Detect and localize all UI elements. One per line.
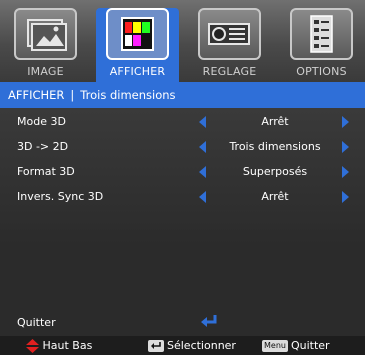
display-icon	[106, 8, 169, 60]
tab-afficher-label: AFFICHER	[109, 65, 166, 78]
title-section: AFFICHER	[8, 88, 65, 102]
footer-help-bar: Haut Bas Sélectionner Menu Quitter	[0, 336, 365, 355]
tab-image[interactable]: IMAGE	[4, 8, 87, 82]
projector-icon	[198, 8, 261, 60]
image-icon	[14, 8, 77, 60]
title-page: Trois dimensions	[80, 88, 176, 102]
menu-key-icon: Menu	[262, 340, 288, 352]
tab-image-label: IMAGE	[27, 65, 64, 78]
options-icon	[290, 8, 353, 60]
setting-value: Arrêt	[261, 190, 289, 203]
footer-quit: Menu Quitter	[262, 336, 330, 355]
up-down-arrow-icon	[26, 339, 39, 353]
arrow-left-icon[interactable]	[199, 191, 206, 203]
tab-options[interactable]: OPTIONS	[280, 8, 363, 82]
page-title-bar: AFFICHER | Trois dimensions	[0, 82, 365, 108]
tab-bar: IMAGE AFFICHER REGLAGE OPTIONS	[0, 0, 365, 82]
footer-select-label: Sélectionner	[167, 339, 236, 352]
arrow-left-icon[interactable]	[199, 116, 206, 128]
arrow-left-icon[interactable]	[199, 141, 206, 153]
tab-afficher[interactable]: AFFICHER	[96, 8, 179, 82]
title-separator: |	[70, 88, 75, 102]
arrow-right-icon[interactable]	[342, 141, 349, 153]
arrow-right-icon[interactable]	[342, 116, 349, 128]
enter-icon[interactable]	[200, 313, 218, 332]
setting-value: Trois dimensions	[229, 140, 321, 153]
footer-nav: Haut Bas	[26, 336, 92, 355]
setting-row-3d-to-2d[interactable]: 3D -> 2D Trois dimensions	[0, 136, 365, 158]
setting-label: Invers. Sync 3D	[17, 190, 104, 203]
arrow-right-icon[interactable]	[342, 191, 349, 203]
setting-value: Superposés	[242, 165, 308, 178]
quit-item[interactable]: Quitter	[17, 316, 56, 329]
setting-row-format-3d[interactable]: Format 3D Superposés	[0, 161, 365, 183]
setting-label: 3D -> 2D	[17, 140, 69, 153]
arrow-right-icon[interactable]	[342, 166, 349, 178]
setting-value: Arrêt	[261, 115, 289, 128]
setting-row-invers-sync-3d[interactable]: Invers. Sync 3D Arrêt	[0, 186, 365, 208]
tab-options-label: OPTIONS	[296, 65, 347, 78]
setting-label: Format 3D	[17, 165, 75, 178]
tab-reglage[interactable]: REGLAGE	[188, 8, 271, 82]
setting-row-mode-3d[interactable]: Mode 3D Arrêt	[0, 111, 365, 133]
footer-quit-label: Quitter	[290, 339, 330, 352]
enter-key-icon	[148, 340, 164, 352]
footer-select: Sélectionner	[148, 336, 236, 355]
arrow-left-icon[interactable]	[199, 166, 206, 178]
setting-label: Mode 3D	[17, 115, 66, 128]
tab-reglage-label: REGLAGE	[202, 65, 257, 78]
footer-nav-label: Haut Bas	[42, 339, 93, 352]
